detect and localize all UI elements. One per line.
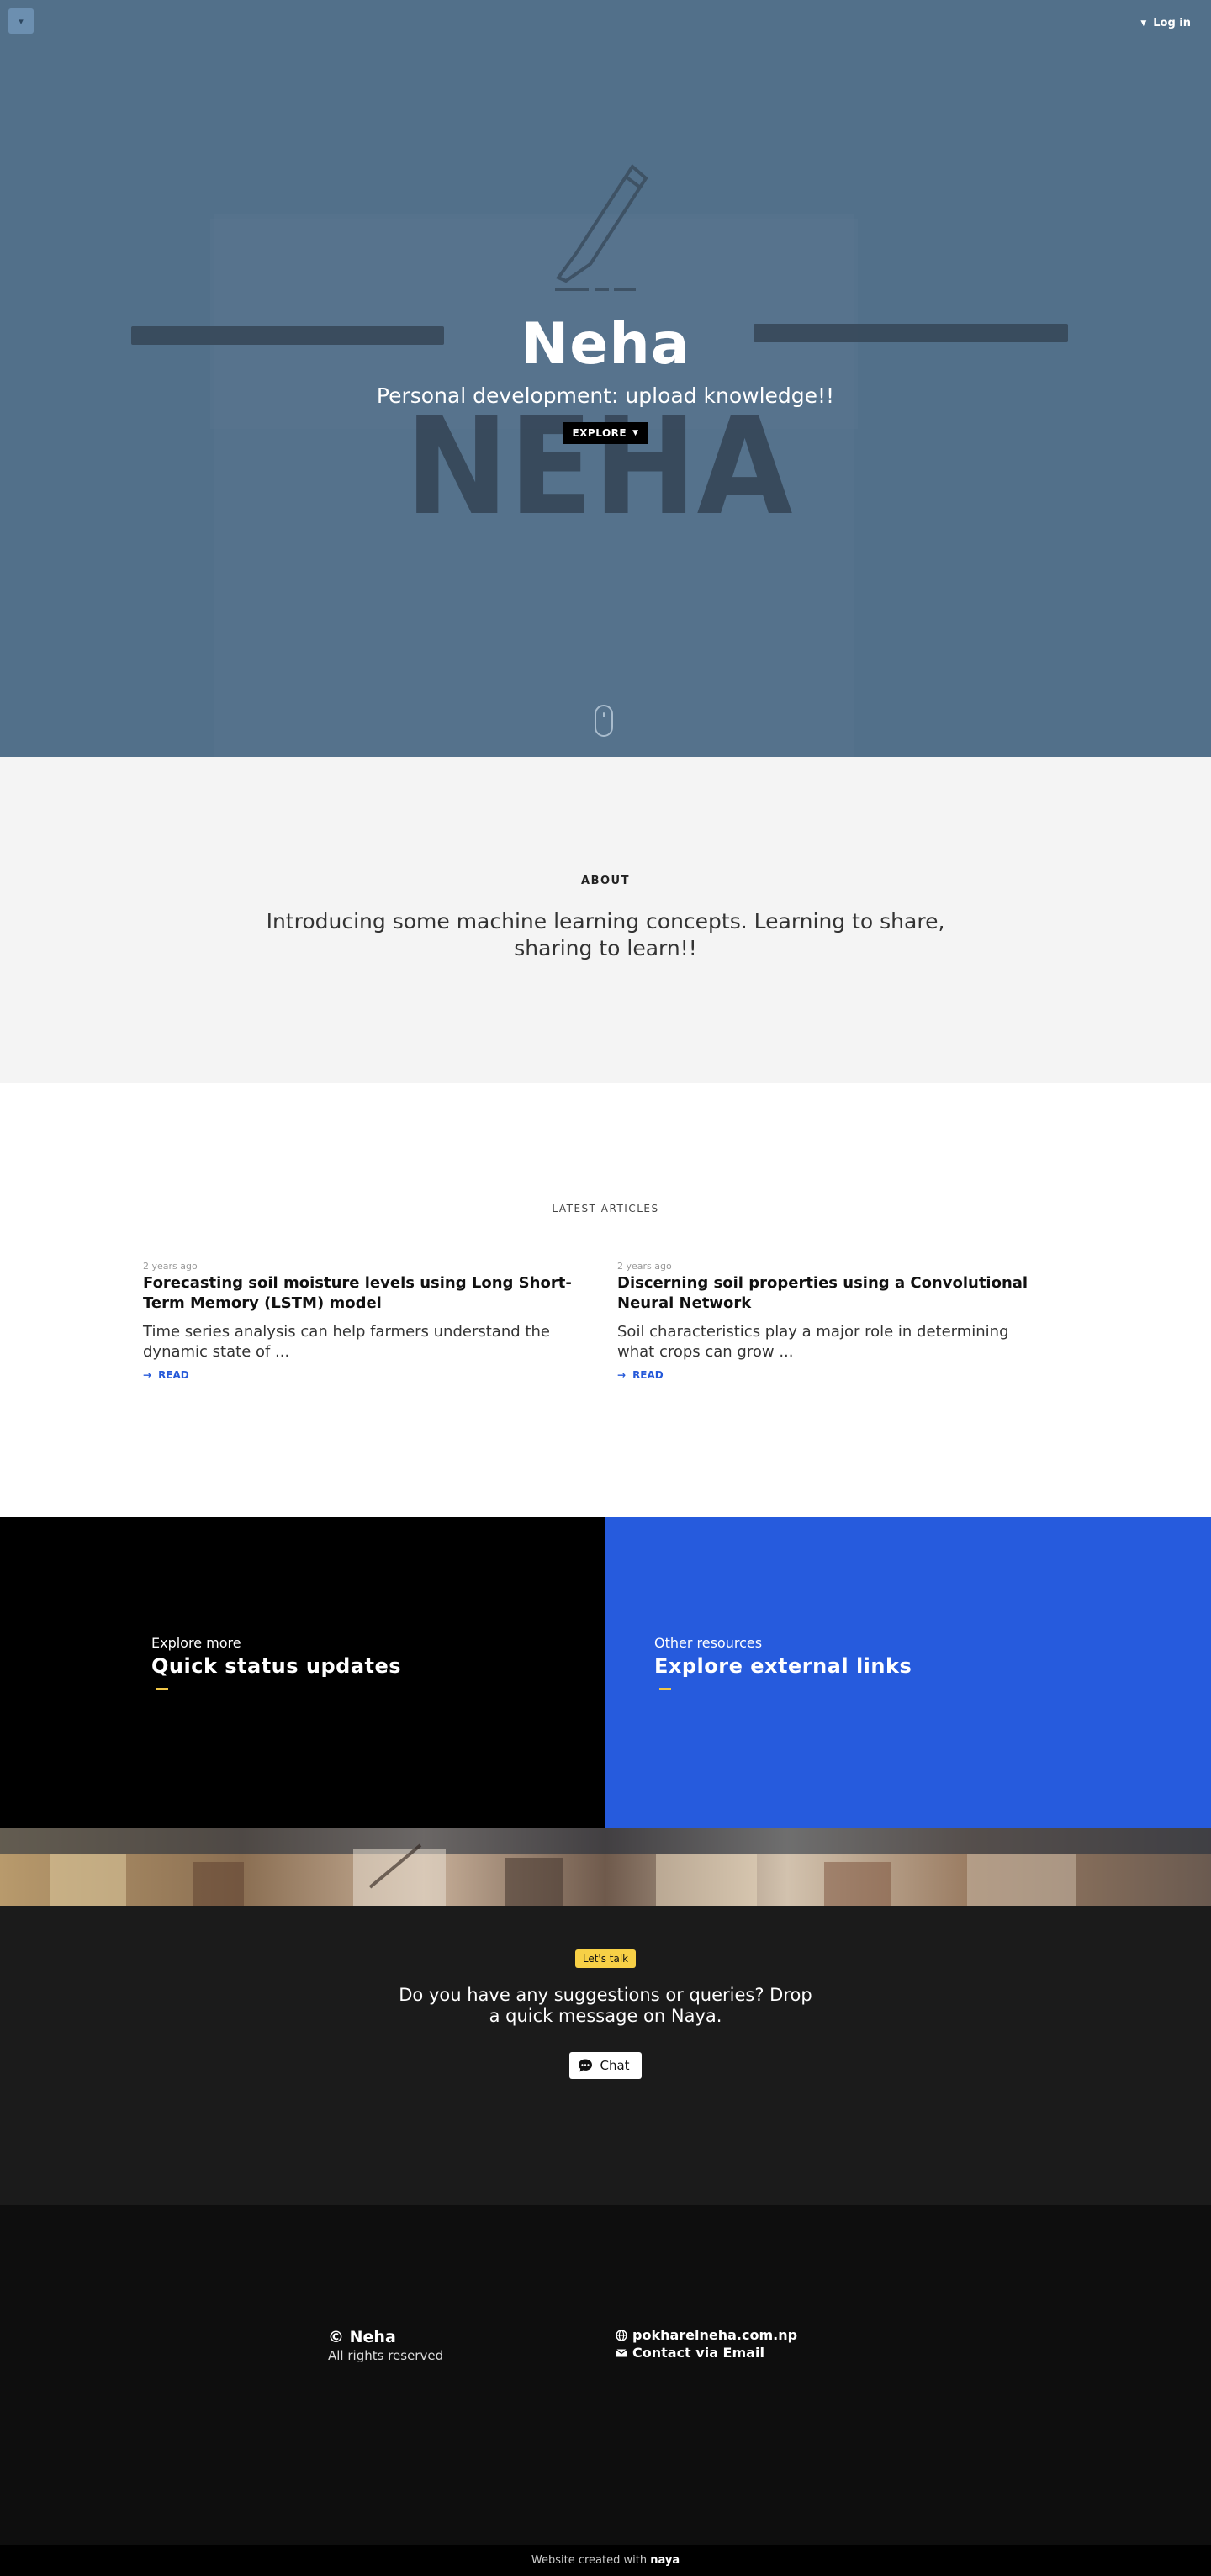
email-link[interactable]: Contact via Email	[616, 2344, 797, 2362]
chat-label: Chat	[600, 2058, 630, 2073]
chevron-down-icon: ▾	[19, 15, 24, 27]
caret-down-icon: ▼	[632, 429, 639, 437]
credit-brand-link[interactable]: naya	[650, 2554, 680, 2567]
envelope-icon	[616, 2348, 627, 2356]
about-text: Introducing some machine learning concep…	[266, 909, 945, 960]
footer-brand-block: © Neha All rights reserved	[328, 2328, 443, 2363]
article-title[interactable]: Discerning soil properties using a Convo…	[617, 1273, 1050, 1314]
article-time: 2 years ago	[143, 1261, 198, 1272]
footer: © Neha All rights reserved pokharelneha.…	[0, 2205, 1211, 2545]
about-label: ABOUT	[581, 875, 630, 887]
chat-button[interactable]: Chat	[569, 2052, 642, 2079]
login-label: Log in	[1153, 17, 1191, 29]
status-updates-panel[interactable]: Explore more Quick status updates	[0, 1517, 606, 1828]
email-label: Contact via Email	[632, 2345, 764, 2361]
latest-articles-section: LATEST ARTICLES 2 years ago Forecasting …	[0, 1083, 1211, 1517]
hero-tagline: Personal development: upload knowledge!!	[376, 383, 835, 408]
article-excerpt: Time series analysis can help farmers un…	[143, 1323, 550, 1361]
globe-icon	[616, 2329, 627, 2341]
menu-button[interactable]: ▾	[8, 8, 34, 34]
read-label: READ	[632, 1369, 664, 1381]
scroll-down-icon[interactable]	[595, 705, 613, 737]
contact-section: Let's talk Do you have any suggestions o…	[0, 1906, 1211, 2205]
credit-prefix: Website created with	[531, 2554, 648, 2567]
footer-links: pokharelneha.com.np Contact via Email	[616, 2326, 797, 2362]
books-image	[0, 1828, 1211, 1906]
read-link[interactable]: → READ	[143, 1369, 575, 1381]
lets-talk-badge: Let's talk	[574, 1949, 637, 1968]
footer-rights: All rights reserved	[328, 2348, 444, 2363]
read-link[interactable]: → READ	[617, 1369, 1050, 1381]
hero-content: Neha Personal development: upload knowle…	[0, 311, 1211, 444]
footer-brand: © Neha	[328, 2328, 443, 2346]
panel-kicker: Explore more	[151, 1635, 241, 1651]
article-card[interactable]: 2 years ago Forecasting soil moisture le…	[143, 1261, 575, 1381]
accent-divider	[156, 1688, 168, 1690]
external-links-panel[interactable]: Other resources Explore external links	[606, 1517, 1211, 1828]
arrow-right-icon: →	[143, 1369, 152, 1381]
accent-divider	[659, 1688, 671, 1690]
article-title[interactable]: Forecasting soil moisture levels using L…	[143, 1273, 575, 1314]
article-excerpt: Soil characteristics play a major role i…	[617, 1323, 1009, 1361]
chat-bubble-icon	[579, 2059, 593, 2072]
explore-panels: Explore more Quick status updates Other …	[0, 1517, 1211, 1828]
contact-message: Do you have any suggestions or queries? …	[399, 1985, 812, 2026]
explore-button[interactable]: EXPLORE ▼	[563, 422, 648, 444]
panel-heading: Explore external links	[654, 1654, 912, 1678]
footer-brand-name: Neha	[349, 2328, 396, 2346]
login-button[interactable]: ▼ Log in	[1140, 17, 1191, 29]
about-section: ABOUT Introducing some machine learning …	[0, 757, 1211, 1083]
read-label: READ	[158, 1369, 189, 1381]
hero-section: NEHA ▾ ▼ Log in Neha Personal developmen…	[0, 0, 1211, 757]
arrow-right-icon: →	[617, 1369, 627, 1381]
hero-title: Neha	[521, 311, 690, 378]
books-image-strip	[0, 1828, 1211, 1906]
article-card[interactable]: 2 years ago Discerning soil properties u…	[617, 1261, 1050, 1381]
site-credit: Website created with naya	[0, 2545, 1211, 2576]
latest-articles-label: LATEST ARTICLES	[552, 1203, 659, 1214]
caret-down-icon: ▼	[1140, 19, 1147, 28]
explore-label: EXPLORE	[572, 427, 627, 439]
articles-grid: 2 years ago Forecasting soil moisture le…	[76, 1261, 1135, 1381]
copyright-icon: ©	[328, 2328, 344, 2346]
website-label: pokharelneha.com.np	[632, 2327, 798, 2343]
website-link[interactable]: pokharelneha.com.np	[616, 2326, 797, 2344]
panel-heading: Quick status updates	[151, 1654, 402, 1678]
article-time: 2 years ago	[617, 1261, 672, 1272]
panel-kicker: Other resources	[654, 1635, 763, 1651]
